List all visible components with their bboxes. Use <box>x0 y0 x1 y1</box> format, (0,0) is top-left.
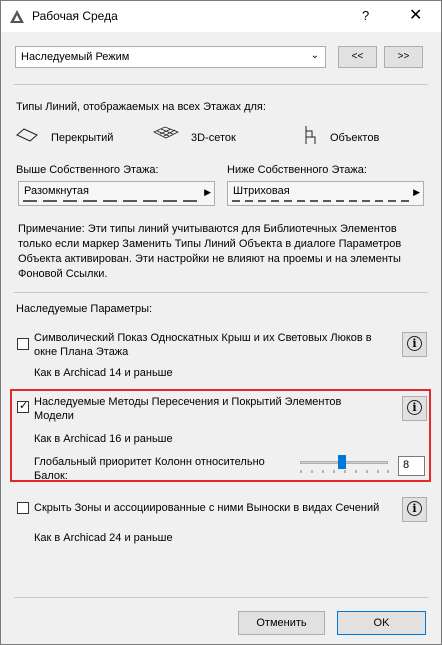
info-button[interactable]: i <box>402 497 427 522</box>
divider <box>14 597 428 598</box>
legacy-intersection-sub: Как в Archicad 16 и раньше <box>34 433 173 445</box>
close-button[interactable]: ✕ <box>409 5 422 25</box>
ok-button[interactable]: OK <box>337 611 426 635</box>
checkmark-icon: ✓ <box>19 400 29 412</box>
dialog-window: Рабочая Среда ? ✕ <box>0 0 442 645</box>
arrow-right-icon: ▶ <box>204 187 211 197</box>
chair-object-icon <box>305 126 316 144</box>
prev-mode-button[interactable]: << <box>338 46 377 68</box>
divider <box>14 84 428 85</box>
chevron-down-icon: ⌄ <box>310 50 319 61</box>
info-icon: i <box>407 501 422 516</box>
slab-icon <box>16 128 38 142</box>
info-icon: i <box>407 336 422 351</box>
help-button[interactable]: ? <box>362 8 369 23</box>
above-linetype-name: Разомкнутая <box>24 185 89 197</box>
roof-symbolic-checkbox[interactable] <box>17 338 29 350</box>
divider <box>14 292 428 293</box>
linetype-note: Примечание: Эти типы линий учитываются д… <box>18 223 402 280</box>
next-mode-button[interactable]: >> <box>384 46 423 68</box>
mesh-icon <box>153 126 179 139</box>
window-title: Рабочая Среда <box>32 9 118 23</box>
info-button[interactable]: i <box>402 332 427 357</box>
column-priority-label: Глобальный приоритет Колонн относительно… <box>34 456 265 482</box>
title-bar: Рабочая Среда ? ✕ <box>1 1 441 32</box>
below-story-linetype-picker[interactable]: Штриховая ▶ <box>227 181 424 206</box>
hide-zones-checkbox[interactable] <box>17 502 29 514</box>
hide-zones-label: Скрыть Зоны и ассоциированные с ними Вын… <box>34 502 380 514</box>
line-types-heading: Типы Линий, отображаемых на всех Этажах … <box>16 101 266 113</box>
column-priority-input[interactable]: 8 <box>398 456 425 476</box>
category-objects: Объектов <box>330 132 380 144</box>
hide-zones-sub: Как в Archicad 24 и раньше <box>34 532 173 544</box>
above-story-linetype-picker[interactable]: Разомкнутая ▶ <box>18 181 215 206</box>
cancel-button[interactable]: Отменить <box>238 611 325 635</box>
dashed-line-preview <box>23 200 203 202</box>
category-slabs: Перекрытий <box>51 132 114 144</box>
arrow-right-icon: ▶ <box>413 187 420 197</box>
roof-symbolic-sub: Как в Archicad 14 и раньше <box>34 367 173 379</box>
slider-ticks <box>300 470 389 473</box>
archicad-app-icon <box>10 10 24 23</box>
info-button[interactable]: i <box>402 396 427 421</box>
inherited-heading: Наследуемые Параметры: <box>16 303 153 315</box>
dashed-line-preview <box>232 200 412 202</box>
legacy-intersection-checkbox[interactable]: ✓ <box>17 400 29 413</box>
mode-dropdown-value: Наследуемый Режим <box>21 51 130 63</box>
legacy-intersection-label: Наследуемые Методы Пересечения и Покрыти… <box>34 396 342 422</box>
category-meshes: 3D-сеток <box>191 132 236 144</box>
below-story-label: Ниже Собственного Этажа: <box>227 164 367 176</box>
info-icon: i <box>407 400 422 415</box>
roof-symbolic-label: Символический Показ Односкатных Крыш и и… <box>34 332 372 358</box>
above-story-label: Выше Собственного Этажа: <box>16 164 159 176</box>
mode-dropdown[interactable]: Наследуемый Режим ⌄ <box>15 46 326 68</box>
below-linetype-name: Штриховая <box>233 185 290 197</box>
slider-thumb[interactable] <box>338 455 346 469</box>
